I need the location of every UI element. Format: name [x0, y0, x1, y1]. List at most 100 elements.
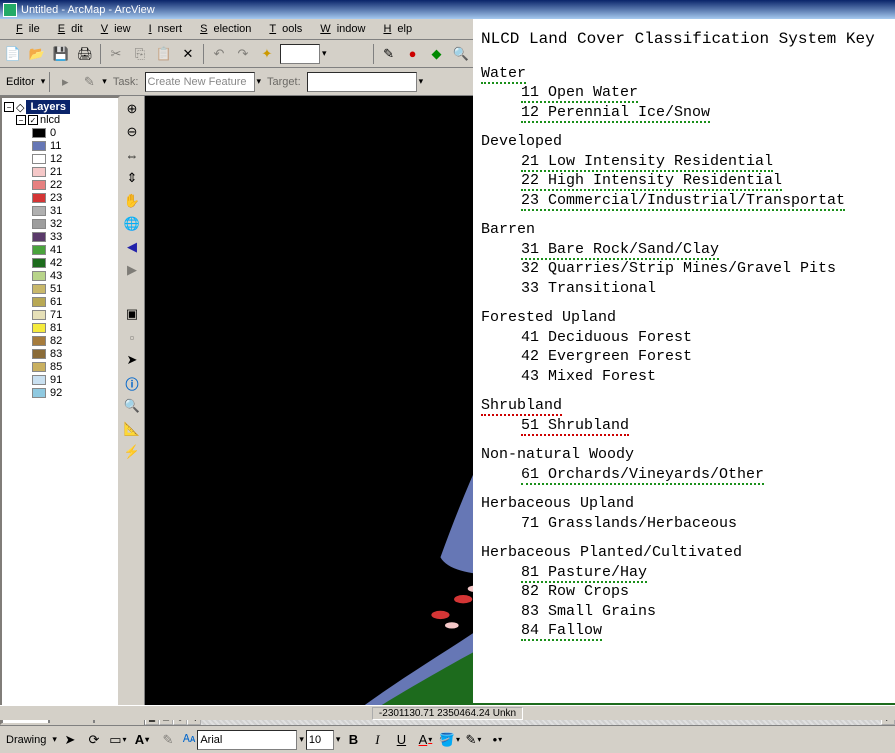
minus-icon[interactable]: −	[16, 115, 26, 125]
toc-layer[interactable]: − ✓ nlcd	[16, 114, 116, 126]
legend-item[interactable]: 0	[32, 127, 116, 139]
select-icon[interactable]: ▣	[121, 303, 143, 325]
underline-icon[interactable]: U	[390, 729, 412, 751]
pointer-icon[interactable]: ➤	[121, 349, 143, 371]
toc-root-label[interactable]: Layers	[26, 100, 69, 114]
red-ball-icon[interactable]: ●	[402, 43, 424, 65]
text-icon[interactable]: A	[131, 729, 153, 751]
measure-icon[interactable]: 📐	[121, 418, 143, 440]
toc-root[interactable]: − ◇ Layers	[4, 100, 116, 114]
legend-item[interactable]: 41	[32, 244, 116, 256]
fixed-zoom-in-icon[interactable]: ⇔	[121, 144, 143, 166]
chevron-down-icon[interactable]: ▾	[299, 734, 304, 745]
fixed-zoom-out-icon[interactable]: ⇕	[121, 167, 143, 189]
italic-icon[interactable]: I	[366, 729, 388, 751]
menu-tools[interactable]: Tools	[257, 21, 308, 37]
swatch-icon	[32, 375, 46, 385]
task-combo[interactable]	[145, 72, 255, 92]
swatch-icon	[32, 323, 46, 333]
legend-item[interactable]: 22	[32, 179, 116, 191]
pan-icon[interactable]: ✋	[121, 190, 143, 212]
doc-title: NLCD Land Cover Classification System Ke…	[481, 29, 887, 50]
drawing-menu[interactable]: Drawing	[2, 734, 50, 746]
redo-icon: ↷	[232, 43, 254, 65]
legend-item[interactable]: 61	[32, 296, 116, 308]
legend-item[interactable]: 11	[32, 140, 116, 152]
legend-code: 61	[50, 296, 62, 308]
add-data-icon[interactable]: ✦	[256, 43, 278, 65]
legend-item[interactable]: 83	[32, 348, 116, 360]
font-combo[interactable]	[197, 730, 297, 750]
chevron-down-icon[interactable]: ▾	[102, 76, 107, 87]
open-icon[interactable]: 📂	[26, 43, 48, 65]
legend-item[interactable]: 33	[32, 231, 116, 243]
zoom-out-icon[interactable]: ⊖	[121, 121, 143, 143]
rotate-icon[interactable]: ⟳	[83, 729, 105, 751]
legend-item[interactable]: 42	[32, 257, 116, 269]
legend-code: 23	[50, 192, 62, 204]
swatch-icon	[32, 362, 46, 372]
line-color-icon[interactable]: ✎	[462, 729, 484, 751]
cut-icon: ✂	[105, 43, 127, 65]
app-icon	[3, 3, 17, 17]
legend-item[interactable]: 92	[32, 387, 116, 399]
back-icon[interactable]: ◀	[121, 236, 143, 258]
hyperlink-icon[interactable]: ⚡	[121, 441, 143, 463]
legend-item[interactable]: 81	[32, 322, 116, 334]
chevron-down-icon[interactable]: ▾	[419, 76, 424, 87]
scale-dropdown-icon[interactable]: ▾	[322, 48, 327, 59]
doc-group: Barren	[481, 220, 887, 240]
checkbox-icon[interactable]: ✓	[28, 115, 38, 125]
shape-icon[interactable]: ▭	[107, 729, 129, 751]
target-combo[interactable]	[307, 72, 417, 92]
menu-window[interactable]: Window	[308, 21, 371, 37]
legend-item[interactable]: 32	[32, 218, 116, 230]
legend-item[interactable]: 43	[32, 270, 116, 282]
font-icon: 🗛	[183, 733, 195, 746]
legend-item[interactable]: 12	[32, 153, 116, 165]
legend-item[interactable]: 71	[32, 309, 116, 321]
chevron-down-icon[interactable]: ▾	[41, 76, 46, 87]
legend-item[interactable]: 91	[32, 374, 116, 386]
fill-color-icon[interactable]: 🪣	[438, 729, 460, 751]
find-icon[interactable]: 🔍	[121, 395, 143, 417]
legend-item[interactable]: 82	[32, 335, 116, 347]
pointer-icon[interactable]: ➤	[59, 729, 81, 751]
find-icon[interactable]: 🔍	[450, 43, 472, 65]
zoom-in-icon[interactable]: ⊕	[121, 98, 143, 120]
bold-icon[interactable]: B	[342, 729, 364, 751]
chevron-down-icon[interactable]: ▾	[336, 734, 341, 745]
menu-help[interactable]: Help	[371, 21, 418, 37]
menu-view[interactable]: View	[89, 21, 137, 37]
toc-layer-label[interactable]: nlcd	[40, 114, 60, 126]
save-icon[interactable]: 💾	[50, 43, 72, 65]
fontsize-combo[interactable]	[306, 730, 334, 750]
menu-file[interactable]: File	[4, 21, 46, 37]
legend-item[interactable]: 51	[32, 283, 116, 295]
legend-code: 41	[50, 244, 62, 256]
marker-color-icon[interactable]: •	[486, 729, 508, 751]
font-color-icon[interactable]: A	[414, 729, 436, 751]
legend-item[interactable]: 23	[32, 192, 116, 204]
clear-select-icon: ▫	[121, 326, 143, 348]
legend-item[interactable]: 85	[32, 361, 116, 373]
titlebar: Untitled - ArcMap - ArcView	[0, 0, 895, 19]
scale-input[interactable]	[280, 44, 320, 64]
doc-entry: 33 Transitional	[481, 279, 887, 299]
legend-item[interactable]: 21	[32, 166, 116, 178]
minus-icon[interactable]: −	[4, 102, 14, 112]
legend-item[interactable]: 31	[32, 205, 116, 217]
new-icon[interactable]: 📄	[2, 43, 24, 65]
menu-insert[interactable]: Insert	[137, 21, 189, 37]
editor-menu[interactable]: Editor	[2, 76, 39, 88]
chevron-down-icon[interactable]: ▾	[52, 734, 57, 745]
menu-selection[interactable]: Selection	[188, 21, 257, 37]
menu-edit[interactable]: Edit	[46, 21, 89, 37]
identify-icon[interactable]: ⓘ	[121, 372, 143, 394]
delete-icon[interactable]: ✕	[177, 43, 199, 65]
full-extent-icon[interactable]: 🌐	[121, 213, 143, 235]
chevron-down-icon[interactable]: ▾	[257, 76, 262, 87]
editor-tool-icon[interactable]: ✎	[378, 43, 400, 65]
print-icon[interactable]: 🖨	[74, 43, 96, 65]
green-ball-icon[interactable]: ◆	[426, 43, 448, 65]
